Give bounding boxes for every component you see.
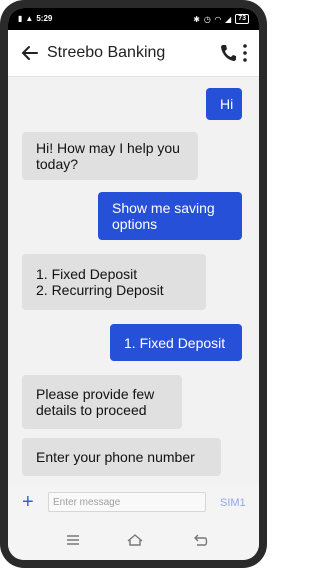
message-text: 1. Fixed Deposit 2. Recurring Deposit bbox=[36, 266, 164, 298]
chat-thread: Hi Hi! How may I help you today? Show me… bbox=[8, 76, 259, 484]
camera-notch bbox=[88, 8, 178, 24]
kebab-menu-icon[interactable] bbox=[240, 43, 250, 63]
signal-icon: ▲ bbox=[25, 14, 34, 23]
status-right: ✱ ◷ ◠ ◢ 73 bbox=[193, 14, 249, 24]
status-left: ▮ ▲ 5:29 bbox=[18, 14, 52, 23]
user-message: Hi bbox=[206, 88, 242, 120]
screen: ▮ ▲ 5:29 ✱ ◷ ◠ ◢ 73 Streebo Banking Hi H… bbox=[8, 8, 259, 560]
wifi-icon: ◠ bbox=[214, 14, 222, 24]
phone-icon[interactable] bbox=[220, 44, 236, 62]
bot-message: Enter your phone number bbox=[22, 438, 221, 476]
message-text: 1. Fixed Deposit bbox=[124, 334, 226, 351]
sim-icon: ▮ bbox=[18, 14, 23, 23]
bot-message: Please provide few details to proceed bbox=[22, 375, 182, 429]
arrow-left-icon[interactable] bbox=[20, 43, 40, 63]
battery-icon: 73 bbox=[235, 14, 249, 24]
message-text: Enter your phone number bbox=[36, 449, 195, 465]
user-message: 1. Fixed Deposit bbox=[110, 324, 242, 361]
back-return-icon[interactable] bbox=[192, 532, 210, 548]
status-time: 5:29 bbox=[36, 14, 53, 23]
app-bar: Streebo Banking bbox=[8, 30, 259, 77]
phone-frame: ▮ ▲ 5:29 ✱ ◷ ◠ ◢ 73 Streebo Banking Hi H… bbox=[0, 0, 267, 568]
bot-message: Hi! How may I help you today? bbox=[22, 132, 198, 180]
message-input[interactable] bbox=[48, 492, 206, 512]
status-bar: ▮ ▲ 5:29 ✱ ◷ ◠ ◢ 73 bbox=[8, 8, 259, 30]
message-text: Please provide few details to proceed bbox=[36, 386, 155, 418]
bluetooth-icon: ✱ bbox=[193, 14, 200, 24]
plus-icon[interactable]: + bbox=[22, 492, 34, 512]
composer-bar: + SIM1 bbox=[8, 484, 259, 522]
message-text: Show me saving options bbox=[112, 200, 215, 232]
bot-message: 1. Fixed Deposit 2. Recurring Deposit bbox=[22, 254, 206, 310]
chat-title: Streebo Banking bbox=[47, 44, 166, 61]
message-text: Hi! How may I help you today? bbox=[36, 140, 180, 172]
system-nav-bar bbox=[8, 522, 259, 560]
message-text: Hi bbox=[220, 96, 234, 112]
alarm-icon: ◷ bbox=[203, 14, 211, 24]
home-icon[interactable] bbox=[126, 532, 144, 548]
user-message: Show me saving options bbox=[98, 192, 242, 240]
sim-select-button[interactable]: SIM1 bbox=[220, 497, 246, 509]
cell-signal-icon: ◢ bbox=[225, 14, 232, 24]
menu-lines-icon[interactable] bbox=[64, 532, 82, 548]
